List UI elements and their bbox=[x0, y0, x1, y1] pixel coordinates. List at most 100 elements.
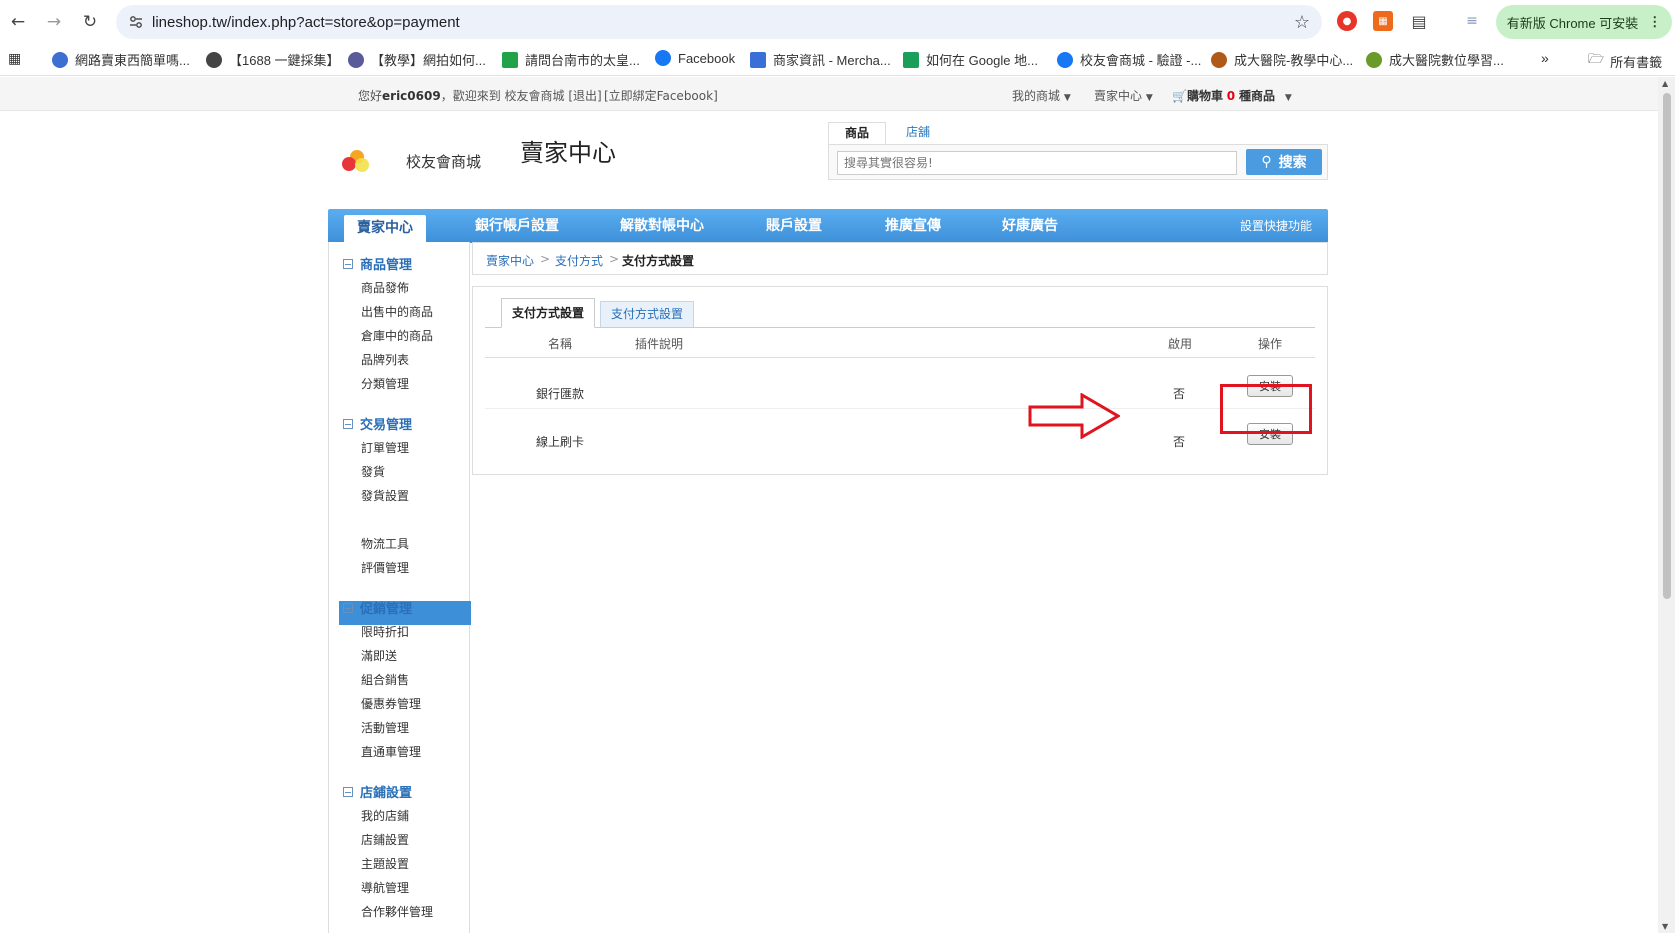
scroll-thumb[interactable] bbox=[1663, 93, 1671, 599]
extension-orange-icon[interactable]: ▦ bbox=[1373, 11, 1393, 31]
sidebar-item[interactable]: 滿即送 bbox=[361, 647, 397, 664]
sidebar-item[interactable]: 發貨 bbox=[361, 463, 385, 480]
nav-account-settings[interactable]: 賬戶設置 bbox=[766, 209, 822, 243]
sidebar-item[interactable]: 我的店鋪 bbox=[361, 807, 409, 824]
tab-payment-settings-active[interactable]: 支付方式設置 bbox=[501, 298, 596, 328]
sidebar-item[interactable]: 合作夥伴管理 bbox=[361, 903, 433, 920]
bind-facebook-link[interactable]: [立即綁定Facebook] bbox=[604, 87, 718, 104]
sidebar-item[interactable]: 發貨設置 bbox=[361, 487, 409, 504]
caret-down-icon: ▼ bbox=[1063, 93, 1071, 103]
seller-center-menu[interactable]: 賣家中心 ▼ bbox=[1094, 87, 1153, 104]
nav-reconciliation[interactable]: 解散對帳中心 bbox=[620, 209, 704, 243]
folder-icon: 🗁 bbox=[1588, 51, 1605, 66]
sidebar-item[interactable]: 倉庫中的商品 bbox=[361, 327, 433, 344]
sidebar-item[interactable]: 主題設置 bbox=[361, 855, 409, 872]
sidebar-item[interactable]: 組合銷售 bbox=[361, 671, 409, 688]
sidebar-item[interactable]: 評價管理 bbox=[361, 559, 409, 576]
site-info-icon[interactable] bbox=[128, 14, 144, 30]
col-header-action: 操作 bbox=[1258, 337, 1283, 351]
sidebar-group-store[interactable]: 店鋪設置 bbox=[343, 782, 412, 801]
tab-search-icon[interactable]: ≡ bbox=[1462, 11, 1482, 31]
cart-menu[interactable]: 🛒購物車 0 種商品 ▼ bbox=[1172, 87, 1292, 104]
sidebar-group-goods[interactable]: 商品管理 bbox=[343, 254, 412, 273]
tab-payment-settings[interactable]: 支付方式設置 bbox=[600, 301, 695, 328]
sidebar-item[interactable]: 優惠券管理 bbox=[361, 695, 421, 712]
page-scrollbar[interactable]: ▲ ▼ bbox=[1658, 77, 1675, 933]
bookmark-item[interactable]: 成大醫院-教學中心... bbox=[1211, 50, 1353, 69]
collapse-icon bbox=[343, 259, 353, 269]
cart-count: 0 bbox=[1226, 89, 1236, 103]
menu-dots-icon[interactable]: ⋮ bbox=[1648, 14, 1661, 30]
breadcrumb-sep: > bbox=[609, 252, 620, 266]
forward-icon[interactable]: → bbox=[36, 4, 72, 40]
bookmark-favicon bbox=[1211, 51, 1227, 68]
bookmark-favicon bbox=[1366, 51, 1382, 68]
apps-grid-icon[interactable]: ▦ bbox=[8, 50, 21, 67]
bookmark-item[interactable]: 【1688 一鍵採集】 bbox=[206, 50, 340, 69]
sidebar-item[interactable]: 活動管理 bbox=[361, 719, 409, 736]
url-text[interactable]: lineshop.tw/index.php?act=store&op=payme… bbox=[152, 14, 460, 31]
sidebar-item[interactable]: 訂單管理 bbox=[361, 439, 409, 456]
sidebar-item[interactable]: 商品發佈 bbox=[361, 279, 409, 296]
nav-ads[interactable]: 好康廣告 bbox=[1002, 209, 1058, 243]
sidebar-item[interactable]: 出售中的商品 bbox=[361, 303, 433, 320]
bookmark-item[interactable]: 網路賣東西簡單嗎... bbox=[52, 50, 190, 69]
facebook-icon bbox=[655, 50, 671, 66]
sidebar-item[interactable]: 分類管理 bbox=[361, 375, 409, 392]
sidebar-item[interactable]: 店鋪設置 bbox=[361, 831, 409, 848]
nav-seller-center[interactable]: 賣家中心 bbox=[344, 215, 426, 243]
collapse-icon bbox=[343, 787, 353, 797]
bookmark-item[interactable]: Facebook bbox=[655, 50, 735, 66]
nav-bank-account[interactable]: 銀行帳戶設置 bbox=[475, 209, 559, 243]
bookmark-item[interactable]: 如何在 Google 地... bbox=[903, 50, 1038, 69]
bookmark-favicon bbox=[348, 51, 364, 68]
sidebar-item[interactable]: 物流工具 bbox=[361, 535, 409, 552]
nav-promotion[interactable]: 推廣宣傳 bbox=[885, 209, 941, 243]
sidebar-item-payment-active[interactable]: 支付方式 bbox=[361, 511, 409, 528]
bookmark-label: 【1688 一鍵採集】 bbox=[229, 53, 340, 68]
welcome-text[interactable]: ，歡迎來到 校友會商城 [退出] bbox=[441, 89, 602, 103]
back-icon[interactable]: ← bbox=[0, 4, 36, 40]
sidebar-item[interactable]: 導航管理 bbox=[361, 879, 409, 896]
scroll-down-icon[interactable]: ▼ bbox=[1662, 922, 1668, 931]
bookmark-item[interactable]: 校友會商城 - 驗證 -... bbox=[1057, 50, 1201, 69]
my-mall-menu[interactable]: 我的商城 ▼ bbox=[1012, 87, 1071, 104]
update-label: 有新版 Chrome 可安裝 bbox=[1506, 15, 1639, 31]
bookmark-favicon bbox=[52, 51, 68, 68]
page-content: 您好eric0609，歡迎來到 校友會商城 [退出] [立即綁定Facebook… bbox=[0, 77, 1658, 933]
search-button[interactable]: ⚲ 搜索 bbox=[1246, 149, 1322, 175]
breadcrumb-section[interactable]: 支付方式 bbox=[555, 252, 603, 269]
search-frame: ⚲ 搜索 bbox=[828, 144, 1328, 180]
bookmark-label: 商家資訊 - Mercha... bbox=[773, 53, 891, 68]
tab-divider bbox=[485, 327, 1315, 328]
address-bar[interactable]: lineshop.tw/index.php?act=store&op=payme… bbox=[116, 5, 1322, 39]
chrome-update-button[interactable]: 有新版 Chrome 可安裝 ⋮ bbox=[1496, 5, 1672, 39]
extensions-puzzle-icon[interactable]: ▤ bbox=[1409, 11, 1429, 31]
bookmark-item[interactable]: 【教學】網拍如何... bbox=[348, 50, 486, 69]
sidebar-item[interactable]: 直通車管理 bbox=[361, 743, 421, 760]
bookmark-favicon bbox=[502, 51, 518, 68]
scroll-up-icon[interactable]: ▲ bbox=[1662, 79, 1668, 88]
search-tab-store[interactable]: 店舖 bbox=[890, 122, 946, 144]
bookmark-label: 網路賣東西簡單嗎... bbox=[75, 53, 190, 68]
more-bookmarks-icon[interactable]: » bbox=[1541, 50, 1549, 66]
sidebar-item[interactable]: 品牌列表 bbox=[361, 351, 409, 368]
search-input[interactable] bbox=[837, 151, 1237, 175]
breadcrumb-sep: > bbox=[540, 252, 551, 266]
col-header-enabled: 啟用 bbox=[1168, 337, 1193, 351]
all-bookmarks[interactable]: 🗁 所有書籤 bbox=[1588, 50, 1662, 72]
bookmark-star-icon[interactable]: ☆ bbox=[1294, 12, 1310, 33]
bookmark-item[interactable]: 請問台南市的太皇... bbox=[502, 50, 640, 69]
reload-icon[interactable]: ↻ bbox=[72, 4, 108, 40]
sidebar-item[interactable]: 限時折扣 bbox=[361, 623, 409, 640]
sidebar-group-trade[interactable]: 交易管理 bbox=[343, 414, 412, 433]
sidebar-group-promo[interactable]: 促銷管理 bbox=[343, 598, 412, 617]
breadcrumb-home[interactable]: 賣家中心 bbox=[486, 252, 534, 269]
bookmark-item[interactable]: 成大醫院數位學習... bbox=[1366, 50, 1504, 69]
bookmark-favicon bbox=[206, 51, 222, 68]
bookmark-item[interactable]: 商家資訊 - Mercha... bbox=[750, 50, 891, 69]
site-logo[interactable]: 校友會商城 bbox=[328, 135, 508, 185]
extension-red-icon[interactable]: ● bbox=[1337, 11, 1357, 31]
search-tab-goods[interactable]: 商品 bbox=[828, 122, 887, 144]
nav-shortcut-settings[interactable]: 設置快捷功能 bbox=[1240, 209, 1312, 243]
